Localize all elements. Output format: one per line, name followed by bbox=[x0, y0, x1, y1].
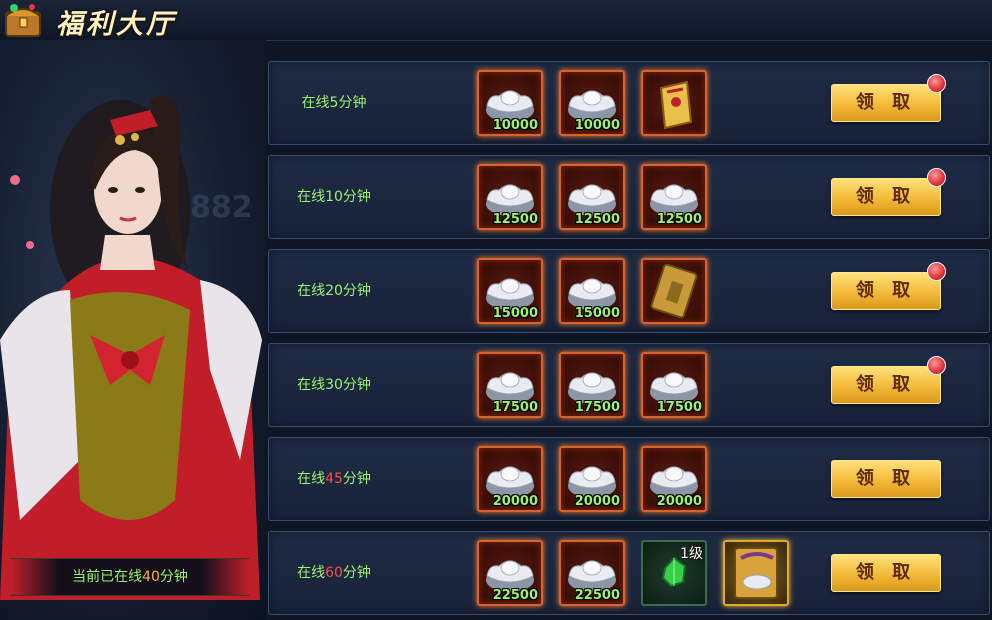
character-panel: 882 当前已在线40分钟 bbox=[0, 40, 266, 620]
reward-item-slot[interactable]: 12500 bbox=[559, 164, 625, 230]
reward-item-slot[interactable]: 20000 bbox=[641, 446, 707, 512]
reward-row: 在线60分钟 22500 22500 1级领 取 bbox=[268, 531, 990, 615]
reward-count: 20000 bbox=[492, 494, 538, 509]
condition-prefix: 在线 bbox=[297, 471, 326, 487]
notification-dot bbox=[927, 262, 946, 281]
reward-item-slot[interactable]: 20000 bbox=[559, 446, 625, 512]
condition-prefix: 在线 bbox=[297, 283, 326, 299]
row-condition-label: 在线20分钟 bbox=[269, 250, 399, 332]
row-condition-label: 在线10分钟 bbox=[269, 156, 399, 238]
gold-card-icon bbox=[643, 260, 705, 322]
online-time-prefix: 当前已在线 bbox=[72, 569, 143, 585]
notification-dot bbox=[927, 356, 946, 375]
reward-item-slot[interactable]: 17500 bbox=[559, 352, 625, 418]
reward-item-slot[interactable]: 10000 bbox=[477, 70, 543, 136]
condition-suffix: 分钟 bbox=[342, 377, 371, 393]
claim-button[interactable]: 领 取 bbox=[831, 554, 941, 592]
claim-button[interactable]: 领 取 bbox=[831, 84, 941, 122]
condition-prefix: 在线 bbox=[297, 565, 326, 581]
condition-minutes: 30 bbox=[325, 377, 343, 393]
reward-count: 12500 bbox=[574, 212, 620, 227]
reward-count: 20000 bbox=[656, 494, 702, 509]
reward-item-slot[interactable]: 1级 bbox=[641, 540, 707, 606]
reward-count: 22500 bbox=[574, 588, 620, 603]
condition-minutes: 20 bbox=[325, 283, 343, 299]
condition-suffix: 分钟 bbox=[338, 95, 367, 111]
reward-item-slot[interactable] bbox=[723, 540, 789, 606]
reward-count: 15000 bbox=[492, 306, 538, 321]
condition-suffix: 分钟 bbox=[342, 283, 371, 299]
reward-count: 20000 bbox=[574, 494, 620, 509]
reward-count: 10000 bbox=[574, 118, 620, 133]
notification-dot bbox=[927, 168, 946, 187]
red-envelope-scroll-icon bbox=[643, 72, 705, 134]
reward-count: 22500 bbox=[492, 588, 538, 603]
reward-row: 在线30分钟 17500 17500 17500 领 取 bbox=[268, 343, 990, 427]
online-time-status: 当前已在线40分钟 bbox=[10, 558, 250, 596]
reward-row: 在线20分钟 15000 15000 领 取 bbox=[268, 249, 990, 333]
condition-minutes: 10 bbox=[325, 189, 343, 205]
reward-item-slot[interactable]: 17500 bbox=[477, 352, 543, 418]
title-bar: 福利大厅 bbox=[0, 0, 992, 41]
reward-count: 15000 bbox=[574, 306, 620, 321]
claim-button[interactable]: 领 取 bbox=[831, 460, 941, 498]
condition-prefix: 在线 bbox=[297, 377, 326, 393]
claim-button[interactable]: 领 取 bbox=[831, 272, 941, 310]
reward-item-slot[interactable] bbox=[641, 258, 707, 324]
row-condition-label: 在线45分钟 bbox=[269, 438, 399, 520]
reward-count: 12500 bbox=[492, 212, 538, 227]
reward-item-slot[interactable]: 12500 bbox=[477, 164, 543, 230]
online-time-suffix: 分钟 bbox=[159, 569, 188, 585]
row-condition-label: 在线60分钟 bbox=[269, 532, 399, 614]
reward-count: 17500 bbox=[492, 400, 538, 415]
reward-count: 17500 bbox=[574, 400, 620, 415]
treasure-chest-icon bbox=[2, 0, 46, 40]
condition-prefix: 在线 bbox=[297, 189, 326, 205]
condition-minutes: 60 bbox=[325, 565, 343, 581]
character-portrait bbox=[0, 95, 262, 600]
claim-button[interactable]: 领 取 bbox=[831, 366, 941, 404]
condition-minutes: 45 bbox=[325, 471, 343, 487]
reward-item-slot[interactable]: 10000 bbox=[559, 70, 625, 136]
reward-item-slot[interactable]: 20000 bbox=[477, 446, 543, 512]
condition-suffix: 分钟 bbox=[342, 189, 371, 205]
reward-item-slot[interactable]: 12500 bbox=[641, 164, 707, 230]
reward-count: 12500 bbox=[656, 212, 702, 227]
reward-item-slot[interactable]: 22500 bbox=[477, 540, 543, 606]
reward-item-slot[interactable]: 22500 bbox=[559, 540, 625, 606]
reward-row: 在线5分钟 10000 10000 领 取 bbox=[268, 61, 990, 145]
reward-list[interactable]: 在线5分钟 10000 10000 领 取在线10分钟 12500 12500 12500 领… bbox=[266, 40, 992, 620]
reward-row: 在线45分钟 20000 20000 20000 领 取 bbox=[268, 437, 990, 521]
condition-suffix: 分钟 bbox=[342, 471, 371, 487]
reward-item-slot[interactable]: 17500 bbox=[641, 352, 707, 418]
row-condition-label: 在线5分钟 bbox=[269, 62, 399, 144]
condition-prefix: 在线 bbox=[301, 95, 330, 111]
reward-level: 1级 bbox=[680, 546, 703, 562]
notification-dot bbox=[927, 74, 946, 93]
ingot-scroll-icon bbox=[725, 542, 787, 604]
reward-row: 在线10分钟 12500 12500 12500 领 取 bbox=[268, 155, 990, 239]
reward-count: 10000 bbox=[492, 118, 538, 133]
reward-item-slot[interactable]: 15000 bbox=[559, 258, 625, 324]
row-condition-label: 在线30分钟 bbox=[269, 344, 399, 426]
claim-button[interactable]: 领 取 bbox=[831, 178, 941, 216]
reward-item-slot[interactable] bbox=[641, 70, 707, 136]
page-title: 福利大厅 bbox=[56, 9, 176, 40]
online-time-minutes: 40 bbox=[142, 569, 160, 585]
reward-item-slot[interactable]: 15000 bbox=[477, 258, 543, 324]
condition-suffix: 分钟 bbox=[342, 565, 371, 581]
reward-count: 17500 bbox=[656, 400, 702, 415]
